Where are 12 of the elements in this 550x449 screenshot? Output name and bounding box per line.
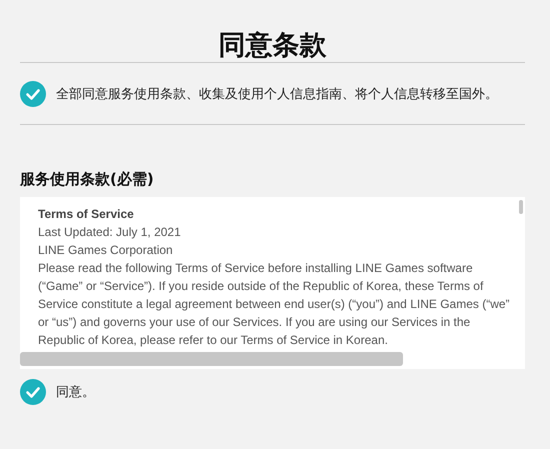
terms-title: Terms of Service <box>38 206 135 223</box>
checkbox-label[interactable]: 同意。 <box>56 383 95 401</box>
page-title: 同意条款 <box>218 29 328 62</box>
checkbox[interactable] <box>20 379 46 405</box>
checkbox[interactable] <box>20 80 46 106</box>
terms-text: Last Updated: July 1, 2021 <box>38 224 182 241</box>
section-heading: 服务使用条款(必需) <box>20 169 155 190</box>
scrollbar-thumb[interactable] <box>519 200 523 214</box>
terms-paragraph: Please read the following Terms of Service before installing LINE Games software (“Game” or “Service”). If you reside outside of the Republic of Korea, these Terms of Service constitute a legal agreement between end user(s) (“you”) and LINE Games (“we” or “us”) and governs your use of our Services. If you are using our Services in the Republic of Korea, please refer to our Terms of Service in Korean. <box>38 260 511 349</box>
checkbox-label[interactable]: 全部同意服务使用条款、收集及使用个人信息指南、将个人信息转移至国外。 <box>56 84 498 102</box>
scrollbar-thumb[interactable] <box>20 352 403 366</box>
terms-text: LINE Games Corporation <box>38 242 174 259</box>
